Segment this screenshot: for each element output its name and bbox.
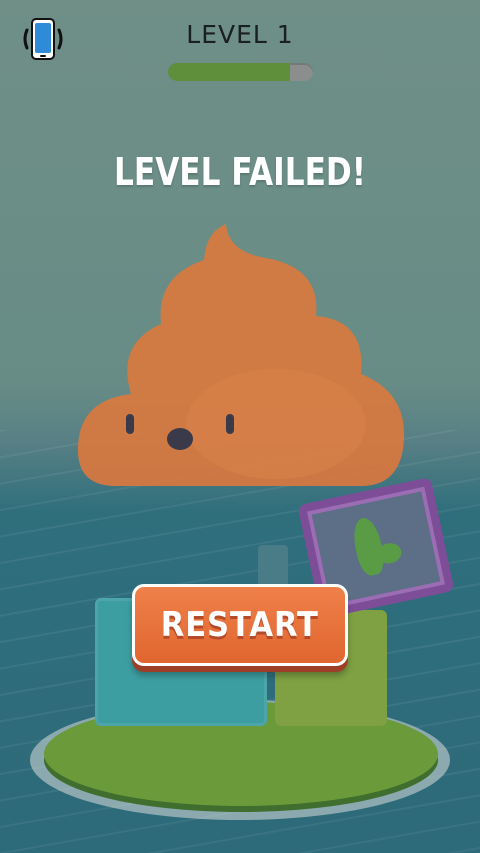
restart-button[interactable]: RESTART — [132, 584, 348, 666]
level-progress-bar — [168, 63, 313, 81]
level-label: LEVEL 1 — [186, 20, 294, 49]
restart-label: RESTART — [160, 605, 320, 645]
level-failed-title: LEVEL FAILED! — [114, 150, 366, 194]
poop-mascot-icon — [77, 224, 405, 486]
level-progress-fill — [168, 63, 290, 81]
vibration-toggle-button[interactable] — [18, 14, 68, 64]
phone-vibrate-icon — [23, 18, 63, 60]
